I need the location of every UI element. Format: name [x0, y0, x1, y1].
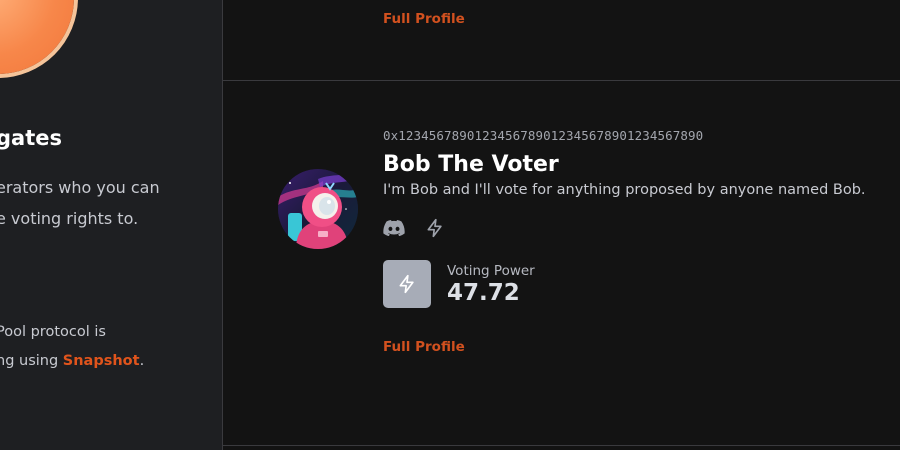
sidebar-note-line: ng using Snapshot. — [0, 347, 144, 376]
delegate-card: 0x12345678901234567890123456789012345678… — [383, 128, 893, 355]
voting-power-badge — [383, 260, 431, 308]
previous-full-profile-link[interactable]: Full Profile — [383, 11, 465, 27]
delegate-socials — [383, 216, 893, 240]
sidebar-description: erators who you can e voting rights to. — [0, 172, 160, 234]
full-profile-link[interactable]: Full Profile — [383, 339, 465, 355]
sidebar-description-line: erators who you can — [0, 178, 160, 197]
snapshot-link[interactable]: Snapshot — [63, 353, 140, 369]
sun-illustration — [0, 0, 74, 74]
sidebar-note-suffix: . — [139, 353, 145, 369]
sidebar: gates erators who you can e voting right… — [0, 0, 223, 450]
delegate-name: Bob The Voter — [383, 152, 559, 177]
sidebar-note: Pool protocol is ng using Snapshot. — [0, 318, 144, 376]
astronaut-avatar-image — [278, 169, 358, 249]
page: gates erators who you can e voting right… — [0, 0, 900, 450]
delegate-list: Full Profile 0x1234567890123456789012345… — [223, 0, 900, 450]
divider — [223, 80, 900, 81]
sidebar-title: gates — [0, 126, 62, 150]
discord-icon[interactable] — [383, 220, 405, 236]
lightning-icon[interactable] — [425, 218, 445, 238]
voting-power-value: 47.72 — [447, 279, 520, 306]
sidebar-description-line: e voting rights to. — [0, 209, 139, 228]
divider — [223, 445, 900, 446]
voting-power-text: Voting Power 47.72 — [447, 263, 535, 306]
delegate-address: 0x12345678901234567890123456789012345678… — [383, 128, 704, 143]
delegate-bio: I'm Bob and I'll vote for anything propo… — [383, 182, 866, 198]
voting-power-label: Voting Power — [447, 262, 535, 279]
sidebar-note-prefix: ng using — [0, 353, 63, 369]
voting-power: Voting Power 47.72 — [383, 260, 893, 308]
delegate-avatar — [278, 169, 358, 249]
sidebar-note-line: Pool protocol is — [0, 324, 106, 340]
lightning-icon — [399, 274, 414, 294]
